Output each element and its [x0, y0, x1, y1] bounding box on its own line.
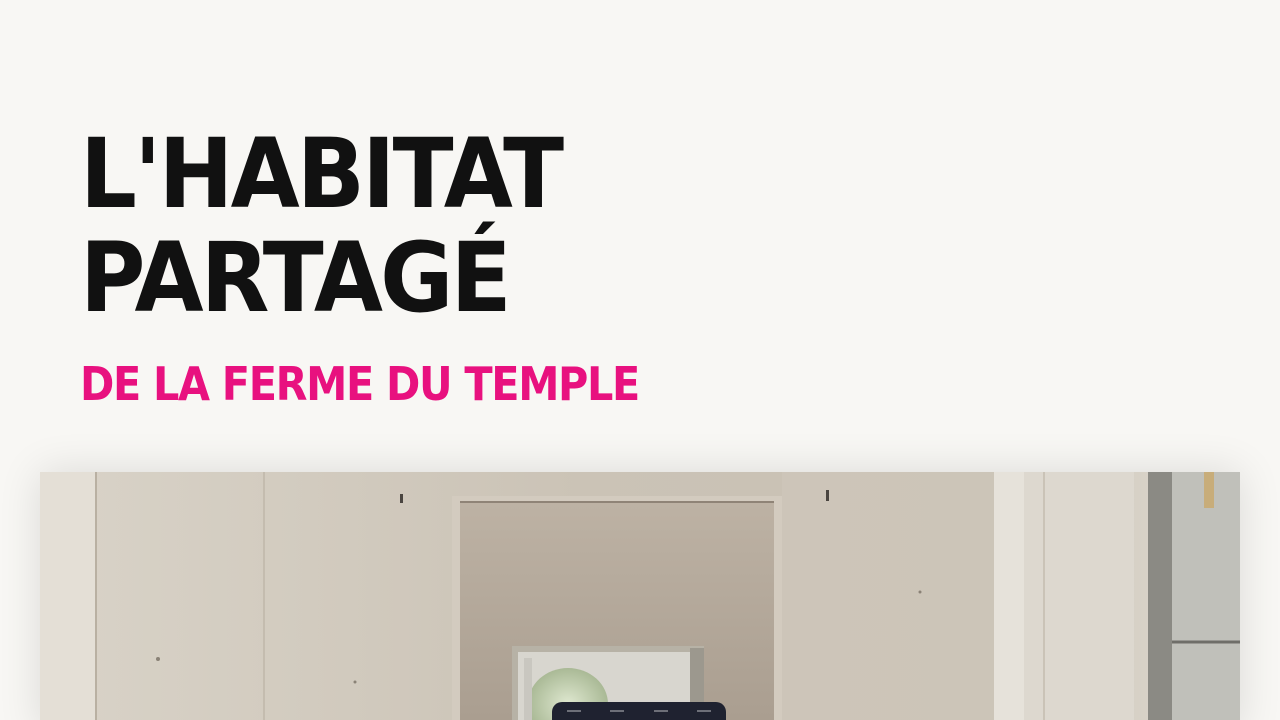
- hero-photo: [40, 472, 1240, 720]
- media-controls-icon[interactable]: [552, 702, 726, 720]
- control-icon-2[interactable]: [610, 710, 625, 720]
- page-subtitle: DE LA FERME DU TEMPLE: [80, 357, 640, 411]
- control-icon-1[interactable]: [566, 710, 581, 720]
- window-frame: [1148, 472, 1172, 720]
- page-title: L'HABITAT PARTAGÉ: [80, 118, 564, 334]
- page: L'HABITAT PARTAGÉ DE LA FERME DU TEMPLE: [0, 0, 1280, 720]
- interior-photo: [40, 472, 1240, 720]
- control-icon-4[interactable]: [697, 710, 712, 720]
- left-wall-strip: [40, 472, 96, 720]
- control-icon-3[interactable]: [653, 710, 668, 720]
- title-line-2: PARTAGÉ: [80, 222, 512, 334]
- title-line-1: L'HABITAT: [80, 118, 564, 230]
